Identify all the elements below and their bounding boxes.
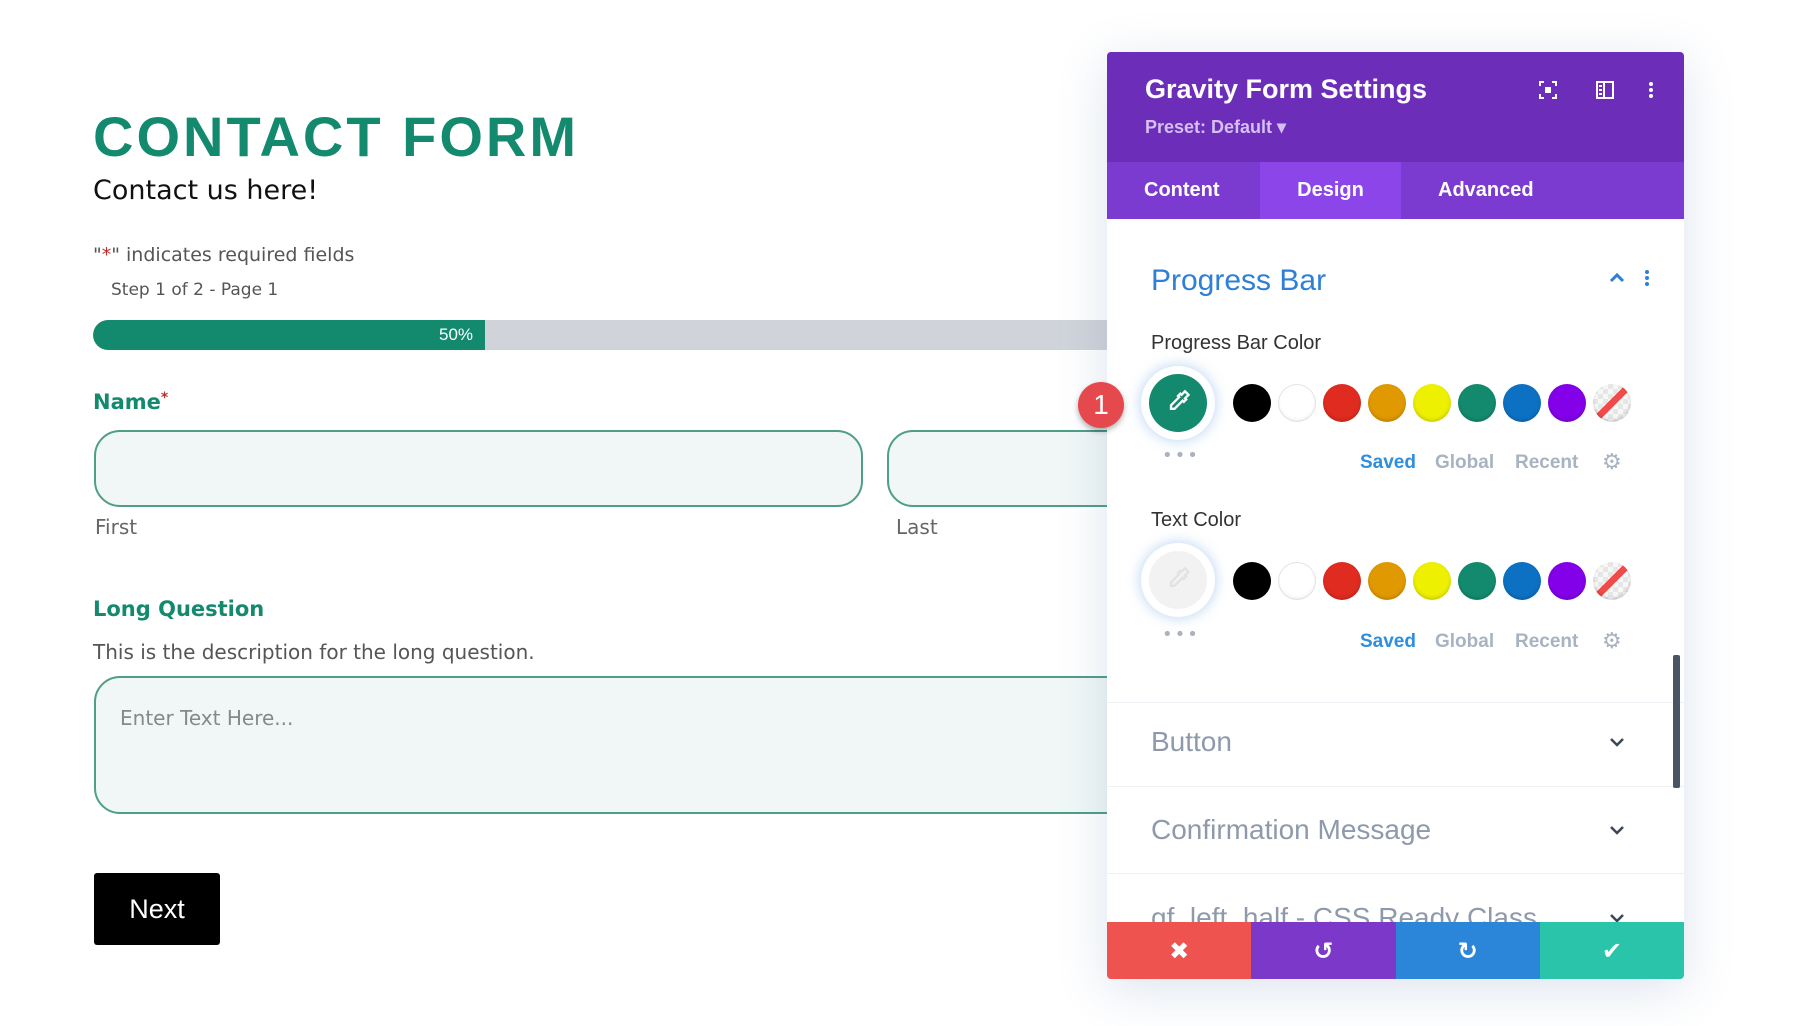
- focus-icon[interactable]: [1536, 80, 1560, 105]
- color-swatch[interactable]: [1233, 384, 1271, 422]
- swatch-no-color[interactable]: [1593, 562, 1631, 600]
- eyedropper-icon: [1149, 374, 1207, 432]
- palette-tab-saved[interactable]: Saved: [1360, 452, 1416, 474]
- text-color-label: Text Color: [1151, 509, 1242, 531]
- palette-tab-recent[interactable]: Recent: [1515, 631, 1578, 653]
- divider: [1107, 702, 1684, 703]
- cancel-button[interactable]: ✖: [1107, 922, 1252, 979]
- last-sublabel: Last: [896, 515, 938, 539]
- long-question-description: This is the description for the long que…: [93, 640, 535, 664]
- color-swatch[interactable]: [1548, 384, 1586, 422]
- color-swatch[interactable]: [1233, 562, 1271, 600]
- textarea-placeholder: Enter Text Here...: [120, 706, 294, 730]
- panel-tabs: Content Design Advanced: [1107, 162, 1684, 219]
- color-swatch[interactable]: [1278, 384, 1316, 422]
- next-button[interactable]: Next: [94, 873, 220, 945]
- first-sublabel: First: [95, 515, 138, 539]
- chevron-up-icon[interactable]: [1607, 268, 1627, 294]
- color-swatch[interactable]: [1368, 562, 1406, 600]
- required-star: *: [160, 390, 169, 406]
- tab-advanced[interactable]: Advanced: [1401, 162, 1534, 219]
- progress-bar-color-picker[interactable]: [1141, 366, 1215, 440]
- redo-icon: ↻: [1457, 936, 1478, 965]
- required-note-text: " indicates required fields: [111, 244, 355, 266]
- eyedropper-icon: [1149, 551, 1207, 609]
- color-swatch[interactable]: [1278, 562, 1316, 600]
- color-swatch[interactable]: [1413, 384, 1451, 422]
- palette-tab-global[interactable]: Global: [1435, 631, 1494, 653]
- long-question-label: Long Question: [93, 597, 265, 621]
- gear-icon[interactable]: ⚙: [1602, 629, 1622, 654]
- color-swatch[interactable]: [1323, 562, 1361, 600]
- quote: ": [93, 244, 102, 266]
- name-label-text: Name: [93, 390, 161, 414]
- save-button[interactable]: ✔: [1539, 922, 1684, 979]
- color-swatch[interactable]: [1503, 562, 1541, 600]
- color-swatch[interactable]: [1413, 562, 1451, 600]
- settings-panel: Gravity Form Settings Preset: Default ▾ …: [1107, 52, 1684, 979]
- preset-dropdown[interactable]: Preset: Default ▾: [1145, 117, 1286, 138]
- section-kebab-icon[interactable]: [1642, 268, 1652, 294]
- color-swatch[interactable]: [1458, 384, 1496, 422]
- progress-bar-section-title[interactable]: Progress Bar: [1151, 264, 1326, 298]
- button-section-title[interactable]: Button: [1151, 726, 1232, 758]
- palette-tab-saved[interactable]: Saved: [1360, 631, 1416, 653]
- scrollbar[interactable]: [1673, 655, 1680, 788]
- text-color-picker[interactable]: [1141, 543, 1215, 617]
- confirmation-section-title[interactable]: Confirmation Message: [1151, 814, 1431, 846]
- required-fields-note: "*" indicates required fields: [93, 244, 354, 266]
- panel-header: Gravity Form Settings Preset: Default ▾: [1107, 52, 1684, 162]
- tab-design[interactable]: Design: [1260, 162, 1401, 219]
- panel-title: Gravity Form Settings: [1145, 74, 1428, 104]
- tab-content[interactable]: Content: [1107, 162, 1260, 219]
- more-options-icon[interactable]: •••: [1162, 624, 1200, 645]
- gear-icon[interactable]: ⚙: [1602, 450, 1622, 475]
- required-star: *: [101, 244, 112, 266]
- first-name-input[interactable]: [94, 430, 863, 507]
- color-swatch[interactable]: [1368, 384, 1406, 422]
- undo-icon: ↺: [1313, 936, 1334, 965]
- more-options-icon[interactable]: •••: [1162, 445, 1200, 466]
- panel-footer: ✖ ↺ ↻ ✔: [1107, 922, 1684, 979]
- step-indicator: Step 1 of 2 - Page 1: [111, 280, 279, 300]
- progress-percent-label: 50%: [439, 325, 474, 344]
- undo-button[interactable]: ↺: [1251, 922, 1396, 979]
- chevron-down-icon[interactable]: [1607, 732, 1627, 758]
- page-subtitle: Contact us here!: [93, 175, 319, 206]
- palette-tab-recent[interactable]: Recent: [1515, 452, 1578, 474]
- divider: [1107, 873, 1684, 874]
- page-title: CONTACT FORM: [93, 105, 579, 168]
- color-swatch[interactable]: [1548, 562, 1586, 600]
- progress-bar-color-label: Progress Bar Color: [1151, 332, 1322, 354]
- divider: [1107, 786, 1684, 787]
- check-icon: ✔: [1601, 936, 1622, 965]
- annotation-badge: 1: [1078, 382, 1124, 428]
- swatch-no-color[interactable]: [1593, 384, 1631, 422]
- kebab-menu-icon[interactable]: [1639, 80, 1663, 105]
- chevron-down-icon[interactable]: [1607, 820, 1627, 846]
- color-swatch[interactable]: [1458, 562, 1496, 600]
- color-swatch[interactable]: [1323, 384, 1361, 422]
- redo-button[interactable]: ↻: [1395, 922, 1540, 979]
- split-view-icon[interactable]: [1593, 80, 1617, 105]
- palette-tab-global[interactable]: Global: [1435, 452, 1494, 474]
- close-icon: ✖: [1169, 936, 1190, 965]
- name-field-label: Name*: [93, 390, 168, 414]
- progress-bar-fill: 50%: [93, 320, 486, 350]
- form-progress-bar: 50%: [93, 320, 1193, 350]
- color-swatch[interactable]: [1503, 384, 1541, 422]
- long-question-textarea[interactable]: Enter Text Here...: [94, 676, 1194, 814]
